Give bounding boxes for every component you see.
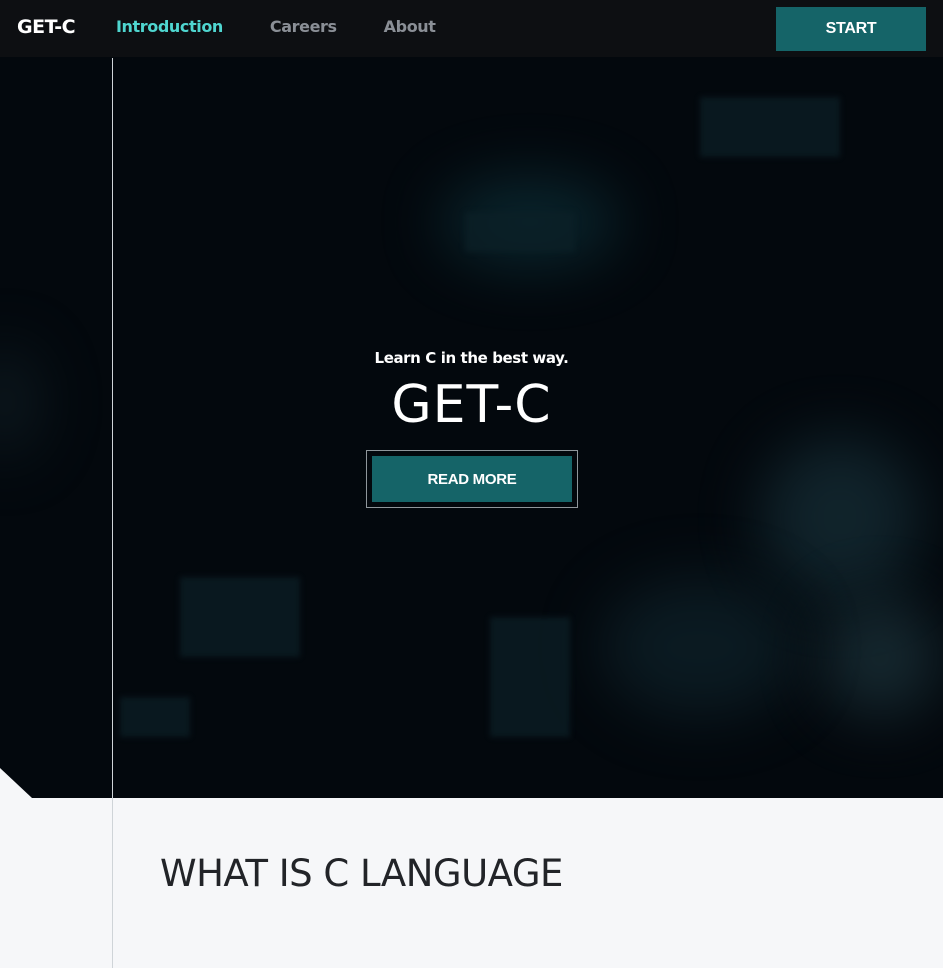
nav-links: Introduction Careers About xyxy=(116,17,483,36)
hero-background-glow xyxy=(600,577,800,717)
hero-background-pixel xyxy=(700,97,840,157)
corner-notch xyxy=(0,768,32,798)
hero-background-pixel xyxy=(465,212,575,252)
nav-link-careers[interactable]: Careers xyxy=(270,17,337,36)
top-navbar: GET-C Introduction Careers About START xyxy=(0,0,943,57)
nav-link-introduction[interactable]: Introduction xyxy=(116,17,223,36)
vertical-divider-line xyxy=(112,58,113,968)
hero-background-glow xyxy=(820,597,940,717)
hero-background-pixel xyxy=(120,697,190,737)
what-is-c-section: WHAT IS C LANGUAGE xyxy=(0,798,943,968)
hero-background-pixel xyxy=(180,577,300,657)
read-more-button[interactable]: READ MORE xyxy=(372,456,572,502)
hero-tagline: Learn C in the best way. xyxy=(374,349,569,367)
hero-title: GET-C xyxy=(391,375,552,435)
nav-link-about[interactable]: About xyxy=(384,17,436,36)
hero-background-pixel xyxy=(490,617,570,737)
section-title: WHAT IS C LANGUAGE xyxy=(160,852,563,895)
page: GET-C Introduction Careers About START L… xyxy=(0,0,943,968)
read-more-frame: READ MORE xyxy=(366,450,578,508)
start-button[interactable]: START xyxy=(776,7,926,51)
hero-background-glow xyxy=(760,437,920,597)
brand-logo[interactable]: GET-C xyxy=(17,16,76,38)
